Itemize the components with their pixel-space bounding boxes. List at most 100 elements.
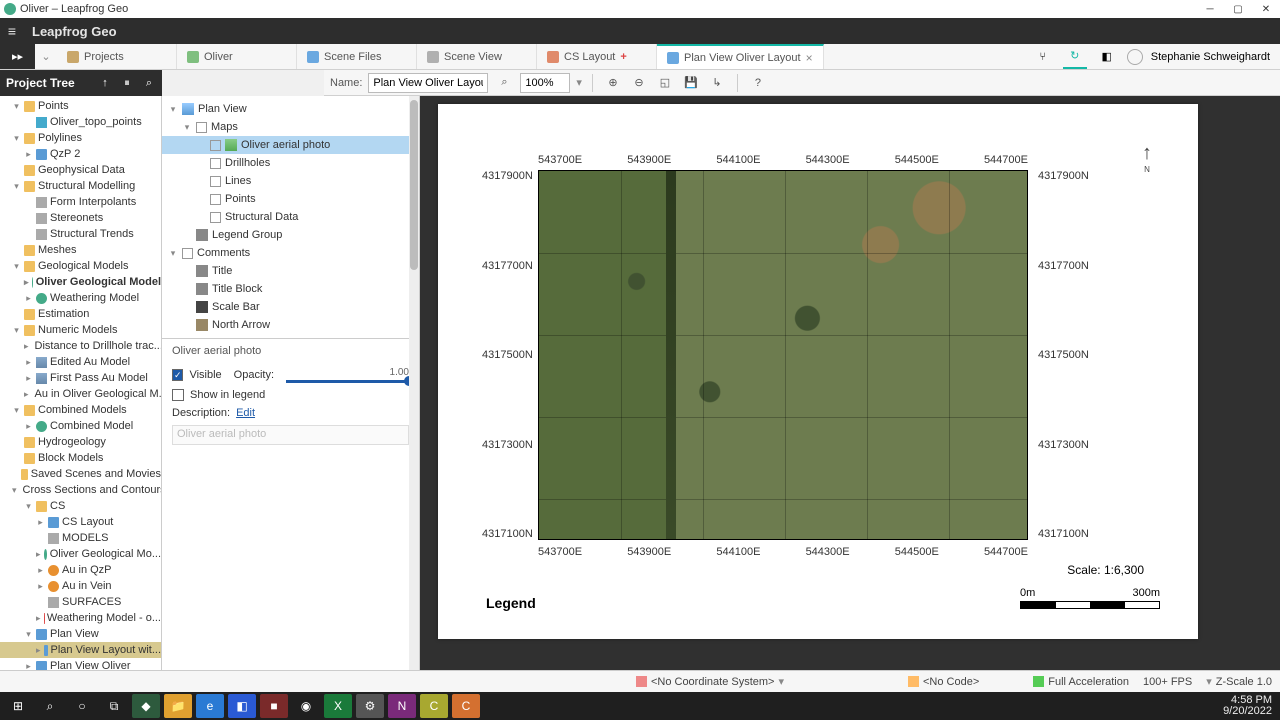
app3-icon[interactable]: ■ <box>260 694 288 718</box>
tab-scene-view[interactable]: Scene View <box>417 44 537 69</box>
edit-link[interactable]: Edit <box>236 407 255 419</box>
layout-viewer[interactable]: 543700E543900E544100E544300E544500E54470… <box>420 96 1280 670</box>
tree-item[interactable]: ▾Combined Models <box>0 402 161 418</box>
taskbar-search-icon[interactable]: ⌕ <box>36 694 64 718</box>
minimize-button[interactable]: ─ <box>1196 0 1224 18</box>
tree-item[interactable]: Stereonets <box>0 210 161 226</box>
twist-icon[interactable]: ▸ <box>36 645 41 656</box>
item-checkbox[interactable] <box>182 248 193 259</box>
description-box[interactable]: Oliver aerial photo <box>172 425 409 445</box>
windows-taskbar[interactable]: ⊞ ⌕ ○ ⧉ ◆ 📁 e ◧ ■ ◉ X ⚙ N C C 4:58 PM 9/… <box>0 692 1280 720</box>
tree-item[interactable]: ▸Weathering Model <box>0 290 161 306</box>
visible-checkbox[interactable]: ✓ <box>172 369 183 381</box>
zoom-input[interactable] <box>520 73 570 93</box>
tab-plan-view-oliver-layout[interactable]: Plan View Oliver Layout× <box>657 44 824 69</box>
tree-item[interactable]: ▸Au in Vein <box>0 578 161 594</box>
tree-item[interactable]: ▸Au in Oliver Geological M... <box>0 386 161 402</box>
twist-icon[interactable]: ▸ <box>36 613 41 624</box>
zoom-in-icon[interactable]: ⊕ <box>603 73 623 93</box>
maximize-button[interactable]: ▢ <box>1224 0 1252 18</box>
tab-dropdown-icon[interactable]: ⌄ <box>35 44 57 69</box>
twist-icon[interactable]: ▾ <box>12 325 21 336</box>
opacity-slider[interactable]: 1.00 <box>286 367 409 383</box>
twist-icon[interactable]: ▸ <box>24 421 33 432</box>
cortana-icon[interactable]: ○ <box>68 694 96 718</box>
tree-item[interactable]: ▾Plan View <box>0 626 161 642</box>
tree-item[interactable]: ▸QzP 2 <box>0 146 161 162</box>
zscale-status[interactable]: Z-Scale 1.0 <box>1216 676 1272 688</box>
inspector-item[interactable]: Points <box>162 190 419 208</box>
twist-icon[interactable]: ▸ <box>24 149 33 160</box>
tree-item[interactable]: ▸Oliver Geological Model <box>0 274 161 290</box>
twist-icon[interactable]: ▾ <box>12 261 21 272</box>
inspector-item[interactable]: ▾Plan View <box>162 100 419 118</box>
twist-icon[interactable]: ▸ <box>24 341 29 352</box>
inspector-item[interactable]: Lines <box>162 172 419 190</box>
tab-cs-layout[interactable]: CS Layout+ <box>537 44 657 69</box>
item-checkbox[interactable] <box>196 122 207 133</box>
tree-item[interactable]: Meshes <box>0 242 161 258</box>
twist-icon[interactable]: ▸ <box>24 357 33 368</box>
app2-icon[interactable]: ◧ <box>228 694 256 718</box>
app5-icon[interactable]: C <box>420 694 448 718</box>
twist-icon[interactable]: ▾ <box>24 501 33 512</box>
zoom-dropdown-icon[interactable]: ▾ <box>576 76 582 89</box>
app6-icon[interactable]: C <box>452 694 480 718</box>
tree-item[interactable]: ▾Points <box>0 98 161 114</box>
tree-item[interactable]: ▾Geological Models <box>0 258 161 274</box>
taskbar-clock[interactable]: 4:58 PM 9/20/2022 <box>1219 695 1276 717</box>
code-status[interactable]: <No Code> <box>923 676 979 688</box>
onenote-icon[interactable]: N <box>388 694 416 718</box>
tab-oliver[interactable]: Oliver <box>177 44 297 69</box>
project-tree[interactable]: ▾PointsOliver_topo_points▾Polylines▸QzP … <box>0 96 162 670</box>
save-icon[interactable]: 💾 <box>681 73 701 93</box>
twist-icon[interactable]: ▾ <box>12 101 21 112</box>
tree-item[interactable]: ▸Plan View Layout wit... <box>0 642 161 658</box>
twist-icon[interactable]: ▸ <box>24 373 33 384</box>
sync-icon[interactable]: ↻ <box>1063 45 1087 69</box>
tree-item[interactable]: ▸Plan View Oliver <box>0 658 161 670</box>
close-button[interactable]: ✕ <box>1252 0 1280 18</box>
user-name[interactable]: Stephanie Schweighardt <box>1151 51 1270 63</box>
taskview-icon[interactable]: ⧉ <box>100 694 128 718</box>
inspector-item[interactable]: Title Block <box>162 280 419 298</box>
tree-item[interactable]: MODELS <box>0 530 161 546</box>
tree-item[interactable]: ▸Distance to Drillhole trac... <box>0 338 161 354</box>
twist-icon[interactable]: ▸ <box>36 517 45 528</box>
avatar[interactable] <box>1127 49 1143 65</box>
inspector-item[interactable]: ▾Comments <box>162 244 419 262</box>
play-button[interactable]: ▸▸ <box>0 44 35 69</box>
inspector-item[interactable]: ▾Maps <box>162 118 419 136</box>
explorer-icon[interactable]: 📁 <box>164 694 192 718</box>
item-checkbox[interactable] <box>210 212 221 223</box>
twist-icon[interactable]: ▸ <box>24 389 29 400</box>
tab-scene-files[interactable]: Scene Files <box>297 44 417 69</box>
tree-item[interactable]: ▾Structural Modelling <box>0 178 161 194</box>
item-checkbox[interactable] <box>210 176 221 187</box>
coord-status[interactable]: <No Coordinate System> <box>651 676 775 688</box>
tree-item[interactable]: ▾Polylines <box>0 130 161 146</box>
tree-item[interactable]: ▸Combined Model <box>0 418 161 434</box>
app1-icon[interactable]: ◆ <box>132 694 160 718</box>
search-name-icon[interactable]: ⌕ <box>494 73 514 93</box>
twist-icon[interactable]: ▾ <box>12 181 21 192</box>
tree-item[interactable]: Block Models <box>0 450 161 466</box>
inspector-scrollbar[interactable] <box>409 96 419 670</box>
tree-item[interactable]: ▸Edited Au Model <box>0 354 161 370</box>
tree-item[interactable]: Structural Trends <box>0 226 161 242</box>
tree-item[interactable]: ▾Numeric Models <box>0 322 161 338</box>
tab-projects[interactable]: Projects <box>57 44 177 69</box>
twist-icon[interactable]: ▸ <box>24 661 33 671</box>
twist-icon[interactable]: ▸ <box>36 581 45 592</box>
tree-item[interactable]: ▾Cross Sections and Contours <box>0 482 161 498</box>
tree-item[interactable]: Form Interpolants <box>0 194 161 210</box>
twist-icon[interactable]: ▸ <box>36 549 41 560</box>
tree-item[interactable]: ▾CS <box>0 498 161 514</box>
name-input[interactable] <box>368 73 488 93</box>
edge-icon[interactable]: e <box>196 694 224 718</box>
start-icon[interactable]: ⊞ <box>4 694 32 718</box>
notification-icon[interactable]: ◧ <box>1095 45 1119 69</box>
inspector-item[interactable]: North Arrow <box>162 316 419 334</box>
show-in-legend-checkbox[interactable] <box>172 389 184 401</box>
twist-icon[interactable]: ▾ <box>12 133 21 144</box>
